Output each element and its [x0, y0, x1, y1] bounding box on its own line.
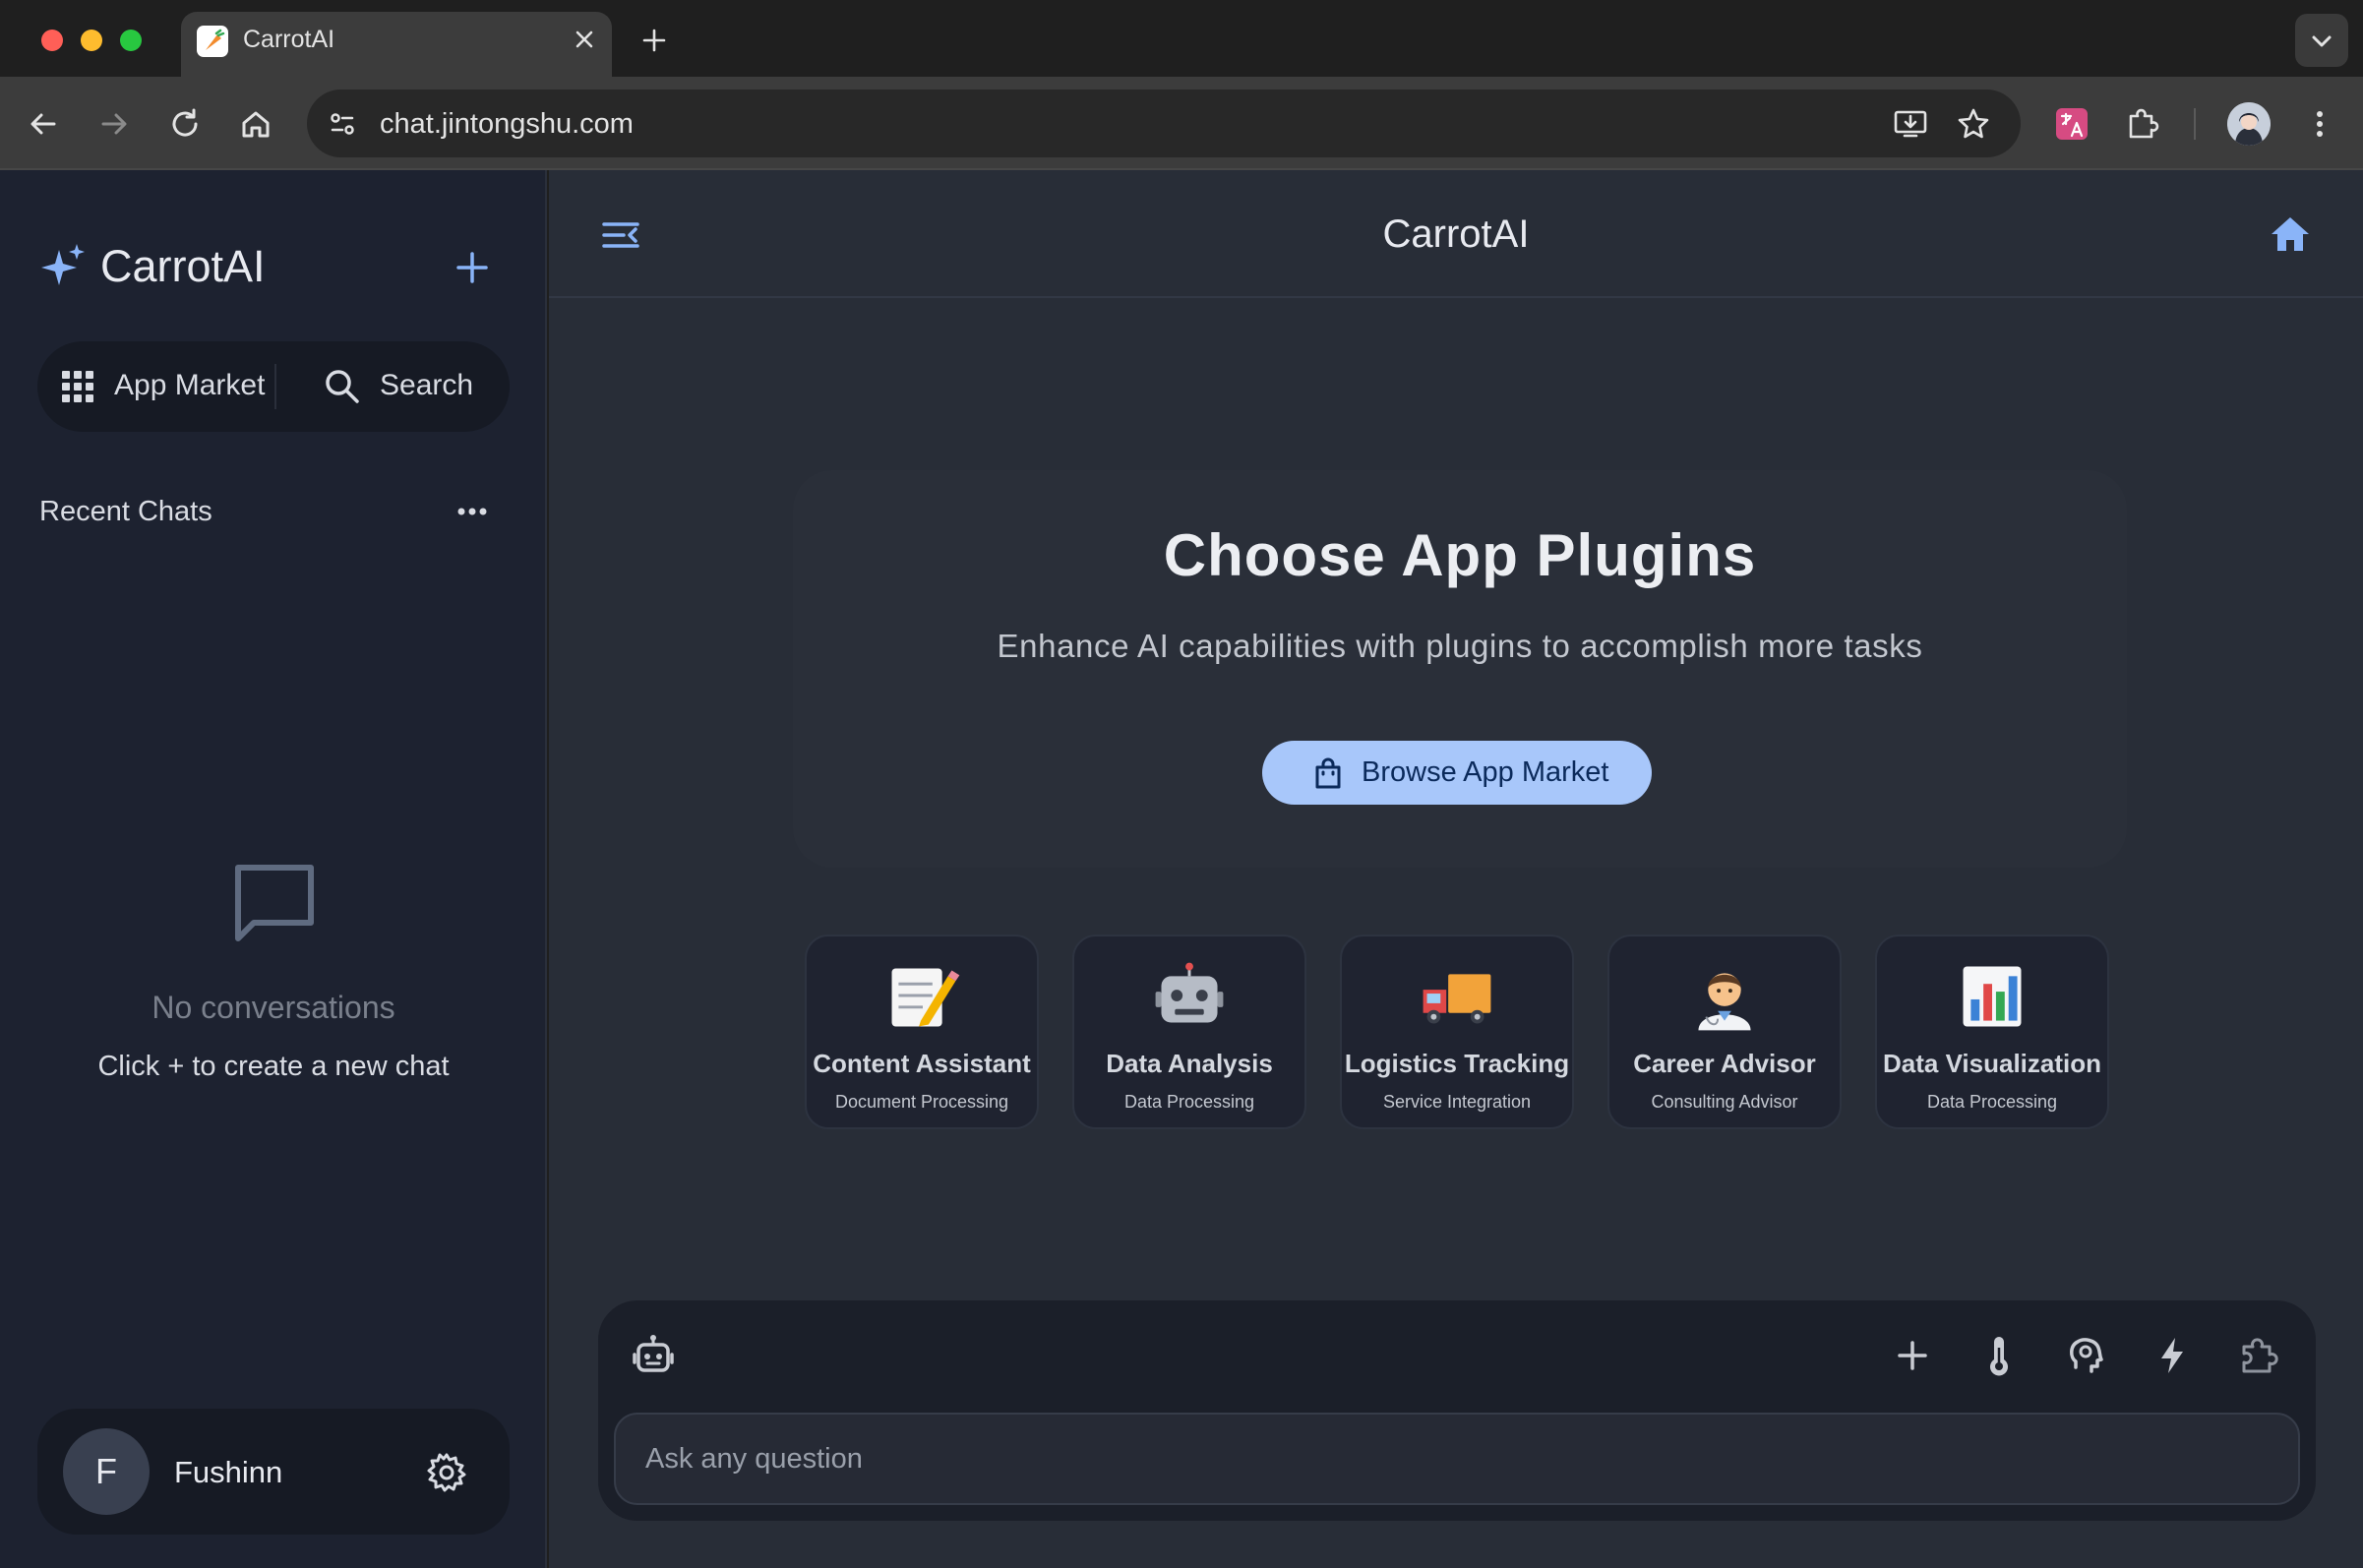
sparkle-icon	[39, 242, 89, 291]
brand-name: CarrotAI	[100, 241, 266, 291]
truck-icon	[1423, 974, 1491, 1024]
plugin-title: Content Assistant	[813, 1049, 1031, 1078]
puzzle-icon[interactable]	[2237, 1334, 2280, 1377]
plus-icon[interactable]	[1891, 1334, 1934, 1377]
plugin-card-content-assistant[interactable]: Content Assistant Document Processing	[805, 935, 1039, 1129]
plugin-card-data-visualization[interactable]: Data Visualization Data Processing	[1875, 935, 2109, 1129]
pill-divider	[274, 364, 276, 409]
search-button[interactable]: Search	[380, 367, 473, 404]
tab-close-icon[interactable]	[569, 24, 600, 55]
plugin-title: Data Analysis	[1106, 1049, 1273, 1078]
hero-title: Choose App Plugins	[1163, 522, 1757, 588]
shopping-bag-icon	[1311, 756, 1345, 790]
translate-icon[interactable]	[2052, 104, 2091, 144]
new-tab-icon[interactable]	[637, 24, 671, 57]
plugin-category: Consulting Advisor	[1651, 1092, 1798, 1112]
star-icon[interactable]	[1954, 104, 1993, 144]
toolbar-divider	[2194, 108, 2196, 140]
plugin-title: Logistics Tracking	[1344, 1049, 1570, 1078]
memo-icon	[891, 968, 960, 1027]
profile-avatar[interactable]	[2227, 102, 2271, 146]
grid-icon[interactable]	[61, 370, 94, 403]
recent-chats-heading: Recent Chats	[39, 496, 212, 527]
doctor-icon	[1698, 973, 1751, 1031]
plugin-category: Data Processing	[1123, 1092, 1255, 1112]
arrow-right-icon[interactable]	[94, 104, 134, 144]
arrow-left-icon[interactable]	[24, 104, 63, 144]
empty-state-title: No conversations	[151, 990, 395, 1025]
lightning-icon[interactable]	[2151, 1334, 2194, 1377]
plugin-title: Data Visualization	[1882, 1049, 2102, 1078]
plugin-title: Career Advisor	[1633, 1049, 1816, 1078]
plugin-card-data-analysis[interactable]: Data Analysis Data Processing	[1072, 935, 1306, 1129]
chat-bubble-icon	[230, 860, 319, 948]
bar-chart-icon	[1963, 966, 2022, 1027]
user-name: Fushinn	[174, 1455, 283, 1489]
message-input[interactable]	[614, 1413, 2300, 1505]
tab-title: CarrotAI	[243, 26, 335, 53]
plugin-card-logistics-tracking[interactable]: Logistics Tracking Service Integration	[1340, 935, 1574, 1129]
plugin-card-career-advisor[interactable]: Career Advisor Consulting Advisor	[1607, 935, 1842, 1129]
home-icon[interactable]	[236, 104, 275, 144]
thermometer-icon[interactable]	[1977, 1334, 2021, 1377]
plugin-category: Service Integration	[1382, 1092, 1532, 1112]
url-text[interactable]: chat.jintongshu.com	[380, 106, 634, 142]
puzzle-icon[interactable]	[2123, 104, 2162, 144]
more-options-icon[interactable]	[454, 498, 490, 525]
plugin-category: Data Processing	[1926, 1092, 2058, 1112]
robot-face-icon	[1155, 962, 1224, 1023]
window-minimize-button[interactable]	[81, 30, 102, 51]
browse-app-market-label: Browse App Market	[1362, 756, 1609, 788]
app-market-button[interactable]: App Market	[114, 367, 265, 404]
reload-icon[interactable]	[165, 104, 205, 144]
page-title: CarrotAI	[1382, 212, 1530, 256]
avatar[interactable]: F	[63, 1428, 150, 1515]
home-icon[interactable]	[2269, 212, 2312, 256]
install-app-icon[interactable]	[1891, 104, 1930, 144]
empty-state-hint: Click + to create a new chat	[97, 1051, 450, 1082]
kebab-icon[interactable]	[2300, 104, 2339, 144]
favicon-icon	[197, 26, 228, 57]
plus-icon[interactable]	[451, 246, 494, 289]
plugin-category: Document Processing	[834, 1092, 1009, 1112]
search-icon[interactable]	[323, 367, 362, 406]
gear-icon[interactable]	[425, 1451, 468, 1494]
tab-search-button[interactable]	[2295, 14, 2348, 67]
window-close-button[interactable]	[41, 30, 63, 51]
hero-subtitle: Enhance AI capabilities with plugins to …	[997, 628, 1923, 664]
brain-icon[interactable]	[2064, 1334, 2107, 1377]
robot-icon[interactable]	[630, 1333, 677, 1380]
site-info-icon[interactable]	[323, 104, 362, 144]
window-zoom-button[interactable]	[120, 30, 142, 51]
